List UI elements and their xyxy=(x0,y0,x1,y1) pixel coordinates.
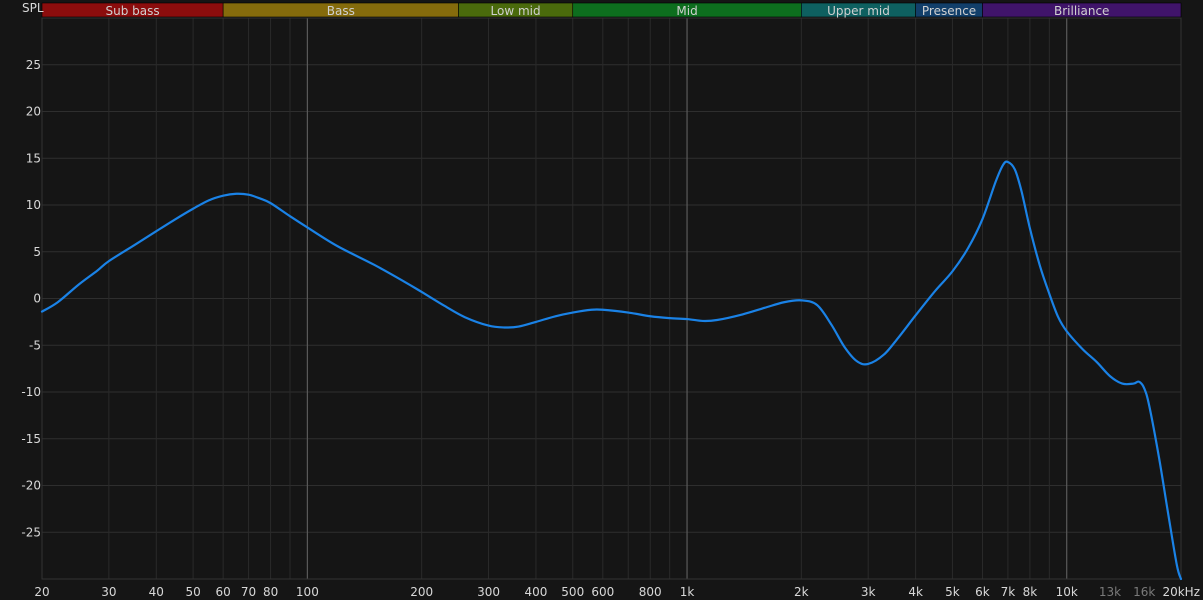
x-tick-label: 8k xyxy=(1023,585,1038,599)
x-tick-label: 400 xyxy=(525,585,548,599)
x-tick-label: 3k xyxy=(861,585,876,599)
x-tick-label: 6k xyxy=(975,585,990,599)
band-label: Upper mid xyxy=(827,4,890,18)
x-tick-label: 80 xyxy=(263,585,278,599)
y-tick-label: -10 xyxy=(21,385,41,399)
x-tick-label: 10k xyxy=(1056,585,1078,599)
x-tick-label: 4k xyxy=(908,585,923,599)
x-tick-label: 40 xyxy=(149,585,164,599)
frequency-bands: Sub bass Bass Low mid Mid Upper mid Presence B… xyxy=(41,2,1182,18)
x-tick-label: 100 xyxy=(296,585,319,599)
x-tick-label: 20kHz xyxy=(1162,585,1200,599)
x-tick-label: 70 xyxy=(241,585,256,599)
y-tick-label: 15 xyxy=(26,151,41,165)
band-label: Low mid xyxy=(491,4,541,18)
x-tick-label: 7k xyxy=(1001,585,1016,599)
band-label: Bass xyxy=(327,4,355,18)
x-tick-label: 200 xyxy=(410,585,433,599)
y-tick-label: 0 xyxy=(33,292,41,306)
y-tick-label: 20 xyxy=(26,105,41,119)
x-tick-label: 500 xyxy=(561,585,584,599)
chart-background xyxy=(0,0,1203,600)
y-axis-label: SPL xyxy=(22,1,44,15)
y-tick-label: -20 xyxy=(21,479,41,493)
y-tick-label: 25 xyxy=(26,58,41,72)
y-tick-label: -15 xyxy=(21,432,41,446)
band-label: Brilliance xyxy=(1054,4,1109,18)
x-tick-label: 2k xyxy=(794,585,809,599)
y-tick-label: 5 xyxy=(33,245,41,259)
x-tick-label: 300 xyxy=(477,585,500,599)
x-tick-label: 800 xyxy=(639,585,662,599)
band-label: Presence xyxy=(922,4,976,18)
x-tick-label: 1k xyxy=(680,585,695,599)
x-tick-label: 20 xyxy=(34,585,49,599)
band-label: Mid xyxy=(676,4,697,18)
x-tick-label: 60 xyxy=(216,585,231,599)
x-tick-label: 600 xyxy=(591,585,614,599)
x-tick-label: 13k xyxy=(1099,585,1121,599)
y-tick-label: -5 xyxy=(29,338,41,352)
band-label: Sub bass xyxy=(106,4,160,18)
x-tick-label: 5k xyxy=(945,585,960,599)
x-tick-label: 16k xyxy=(1133,585,1155,599)
x-tick-label: 50 xyxy=(185,585,200,599)
frequency-response-chart: Sub bass Bass Low mid Mid Upper mid Presence B… xyxy=(0,0,1203,600)
x-tick-label: 30 xyxy=(101,585,116,599)
y-tick-label: 10 xyxy=(26,198,41,212)
y-tick-label: -25 xyxy=(21,525,41,539)
